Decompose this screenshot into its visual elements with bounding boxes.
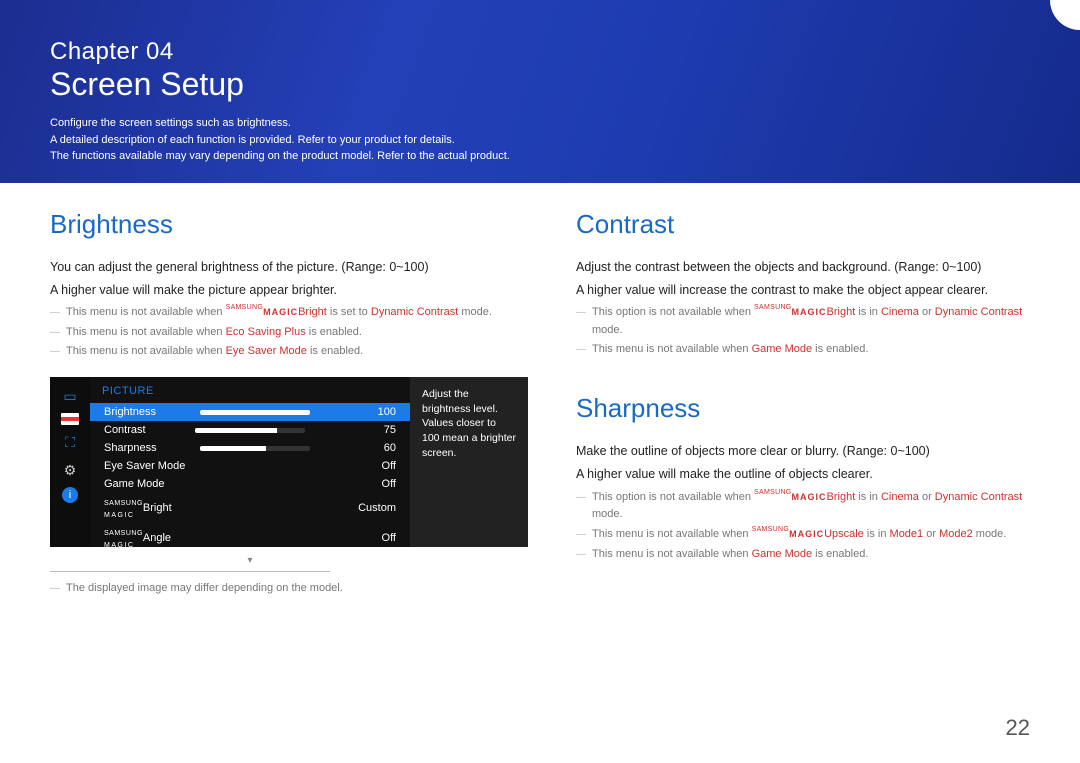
displayed-image-note: The displayed image may differ depending…	[50, 580, 528, 598]
contrast-note-2: This menu is not available when Game Mod…	[576, 341, 1030, 359]
col-right: Contrast Adjust the contrast between the…	[576, 209, 1030, 598]
brightness-heading: Brightness	[50, 209, 528, 240]
sharpness-p1: Make the outline of objects more clear o…	[576, 442, 1030, 461]
chapter-title: Screen Setup	[50, 66, 1030, 103]
gear-icon: ⚙	[59, 459, 81, 481]
brightness-note-2: This menu is not available when Eco Savi…	[50, 324, 528, 342]
chapter-label: Chapter 04	[50, 38, 1030, 66]
sharpness-note-2: This menu is not available when SAMSUNGM…	[576, 526, 1030, 544]
osd-row: Sharpness60	[90, 439, 410, 457]
contrast-note-1: This option is not available when SAMSUN…	[576, 304, 1030, 339]
osd-row: SAMSUNGMAGICBrightCustom	[90, 493, 410, 523]
osd-main: PICTURE Brightness100Contrast75Sharpness…	[90, 377, 410, 547]
col-left: Brightness You can adjust the general br…	[50, 209, 528, 598]
color-bars-icon	[61, 413, 79, 425]
osd-row: SAMSUNGMAGICAngleOff	[90, 523, 410, 553]
sharpness-p2: A higher value will make the outline of …	[576, 465, 1030, 484]
monitor-icon: ▭	[59, 385, 81, 407]
osd-sidebar: ▭ ⛶ ⚙ i	[50, 377, 90, 547]
brightness-p1: You can adjust the general brightness of…	[50, 258, 528, 277]
contrast-heading: Contrast	[576, 209, 1030, 240]
info-icon: i	[62, 487, 78, 503]
sharpness-note-1: This option is not available when SAMSUN…	[576, 489, 1030, 524]
sharpness-note-3: This menu is not available when Game Mod…	[576, 546, 1030, 564]
header-desc-2: A detailed description of each function …	[50, 132, 1030, 149]
osd-row: Brightness100	[90, 403, 410, 421]
brightness-p2: A higher value will make the picture app…	[50, 281, 528, 300]
osd-screenshot: ▭ ⛶ ⚙ i PICTURE Brightness100Contrast75S…	[50, 377, 528, 547]
osd-row: Eye Saver ModeOff	[90, 457, 410, 475]
contrast-p1: Adjust the contrast between the objects …	[576, 258, 1030, 277]
osd-row: Game ModeOff	[90, 475, 410, 493]
content-area: Brightness You can adjust the general br…	[0, 183, 1080, 598]
header-desc-3: The functions available may vary dependi…	[50, 148, 1030, 165]
contrast-p2: A higher value will increase the contras…	[576, 281, 1030, 300]
resize-icon: ⛶	[59, 431, 81, 453]
brightness-note-1: This menu is not available when SAMSUNGM…	[50, 304, 528, 322]
osd-row: Contrast75	[90, 421, 410, 439]
sharpness-heading: Sharpness	[576, 393, 1030, 424]
chapter-header: Chapter 04 Screen Setup Configure the sc…	[0, 0, 1080, 183]
header-desc-1: Configure the screen settings such as br…	[50, 115, 1030, 132]
osd-down-arrow-icon: ▾	[90, 553, 410, 566]
brightness-note-3: This menu is not available when Eye Save…	[50, 343, 528, 361]
osd-title: PICTURE	[90, 385, 410, 403]
page-number: 22	[1006, 715, 1030, 741]
footnote-divider	[50, 571, 330, 572]
osd-help-text: Adjust the brightness level. Values clos…	[410, 377, 528, 547]
